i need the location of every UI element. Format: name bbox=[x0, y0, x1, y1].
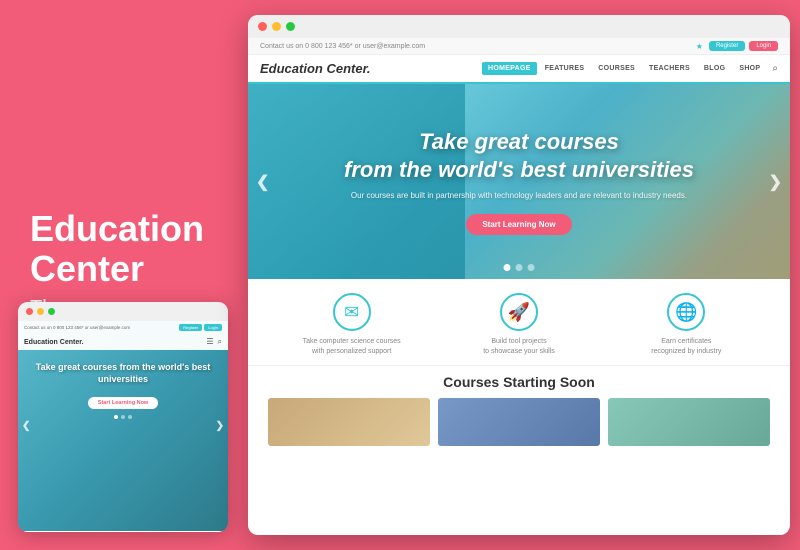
hero-section: Take great courses from the world's best… bbox=[248, 84, 790, 279]
mobile-hero: Take great courses from the world's best… bbox=[18, 350, 228, 391]
mobile-prev-arrow[interactable]: ❮ bbox=[22, 421, 30, 432]
feature-icon-2: 🚀 bbox=[500, 293, 538, 331]
mobile-contact: Contact us on 0 800 123 456* or user@exa… bbox=[24, 325, 130, 330]
course-thumbnails bbox=[268, 398, 770, 446]
topbar-buttons: ★ Register Login bbox=[696, 41, 778, 51]
site-contact: Contact us on 0 800 123 456* or user@exa… bbox=[260, 43, 425, 50]
mobile-topbar: Contact us on 0 800 123 456* or user@exa… bbox=[18, 321, 228, 334]
feature-text-2: Build tool projects to showcase your ski… bbox=[444, 337, 595, 357]
hero-next-arrow[interactable]: ❯ bbox=[769, 172, 782, 192]
site-logo: Education Center. bbox=[260, 61, 371, 76]
star-icon: ★ bbox=[696, 42, 703, 51]
title-line2: Center bbox=[30, 248, 144, 289]
feature-icon-3: 🌐 bbox=[667, 293, 705, 331]
features-section: ✉ Take computer science courses with per… bbox=[248, 279, 790, 365]
nav-courses[interactable]: COURSES bbox=[592, 62, 641, 75]
nav-links: HOMEPAGE FEATURES COURSES TEACHERS BLOG … bbox=[482, 62, 778, 75]
feature-item-1: ✉ Take computer science courses with per… bbox=[276, 293, 427, 357]
hero-slider-dots bbox=[504, 264, 535, 271]
nav-search-icon[interactable]: ⌕ bbox=[772, 63, 778, 74]
nav-blog[interactable]: BLOG bbox=[698, 62, 731, 75]
title-line1: Education bbox=[30, 208, 204, 249]
feature-item-2: 🚀 Build tool projects to showcase your s… bbox=[444, 293, 595, 357]
course-thumb-1[interactable] bbox=[268, 398, 430, 446]
hero-subtitle: Our courses are built in partnership wit… bbox=[344, 191, 694, 200]
mobile-hero-title: Take great courses from the world's best… bbox=[26, 362, 220, 385]
nav-shop[interactable]: SHOP bbox=[733, 62, 766, 75]
mobile-slider-dots bbox=[18, 415, 228, 419]
desktop-browser-bar bbox=[248, 15, 790, 38]
mobile-top-buttons: Register Login bbox=[179, 324, 222, 331]
mobile-browser-bar bbox=[18, 302, 228, 321]
mobile-dot-1[interactable] bbox=[114, 415, 118, 419]
courses-section: Courses Starting Soon bbox=[248, 365, 790, 454]
theme-title: Education Center bbox=[30, 209, 218, 288]
mobile-nav: Education Center. ☰ ⌕ bbox=[18, 334, 228, 350]
site-topbar: Contact us on 0 800 123 456* or user@exa… bbox=[248, 38, 790, 55]
desktop-dot-red bbox=[258, 22, 267, 31]
site-nav: Education Center. HOMEPAGE FEATURES COUR… bbox=[248, 55, 790, 84]
desktop-preview: Contact us on 0 800 123 456* or user@exa… bbox=[248, 15, 790, 535]
hero-dot-2[interactable] bbox=[516, 264, 523, 271]
mobile-dot-red bbox=[26, 308, 33, 315]
mobile-dot-3[interactable] bbox=[128, 415, 132, 419]
nav-features[interactable]: FEATURES bbox=[539, 62, 591, 75]
hero-cta-button[interactable]: Start Learning Now bbox=[466, 214, 571, 235]
desktop-website: Contact us on 0 800 123 456* or user@exa… bbox=[248, 38, 790, 534]
feature-icon-1: ✉ bbox=[333, 293, 371, 331]
mobile-next-arrow[interactable]: ❯ bbox=[216, 421, 224, 432]
mobile-dot-green bbox=[48, 308, 55, 315]
hero-dot-3[interactable] bbox=[528, 264, 535, 271]
mobile-dot-2[interactable] bbox=[121, 415, 125, 419]
mobile-website-content: Contact us on 0 800 123 456* or user@exa… bbox=[18, 321, 228, 531]
mobile-menu-icon[interactable]: ☰ bbox=[206, 337, 213, 347]
mobile-register-btn[interactable]: Register bbox=[179, 324, 202, 331]
mobile-logo: Education Center. bbox=[24, 339, 84, 346]
desktop-dot-yellow bbox=[272, 22, 281, 31]
login-button[interactable]: Login bbox=[749, 41, 778, 51]
feature-item-3: 🌐 Earn certificates recognized by indust… bbox=[611, 293, 762, 357]
feature-text-1: Take computer science courses with perso… bbox=[276, 337, 427, 357]
mobile-nav-icons: ☰ ⌕ bbox=[206, 337, 222, 347]
hero-prev-arrow[interactable]: ❮ bbox=[256, 172, 269, 192]
mobile-dot-yellow bbox=[37, 308, 44, 315]
mobile-search-icon[interactable]: ⌕ bbox=[218, 337, 222, 347]
courses-title: Courses Starting Soon bbox=[268, 374, 770, 390]
hero-content: Take great courses from the world's best… bbox=[324, 108, 714, 255]
hero-dot-1[interactable] bbox=[504, 264, 511, 271]
feature-text-3: Earn certificates recognized by industry bbox=[611, 337, 762, 357]
hero-title: Take great courses from the world's best… bbox=[344, 128, 694, 183]
mobile-preview: Contact us on 0 800 123 456* or user@exa… bbox=[18, 302, 228, 532]
desktop-dot-green bbox=[286, 22, 295, 31]
course-thumb-3[interactable] bbox=[608, 398, 770, 446]
mobile-login-btn[interactable]: Login bbox=[204, 324, 222, 331]
nav-teachers[interactable]: TEACHERS bbox=[643, 62, 696, 75]
register-button[interactable]: Register bbox=[709, 41, 745, 51]
mobile-cta-button[interactable]: Start Learning Now bbox=[88, 397, 158, 409]
nav-homepage[interactable]: HOMEPAGE bbox=[482, 62, 537, 75]
course-thumb-2[interactable] bbox=[438, 398, 600, 446]
